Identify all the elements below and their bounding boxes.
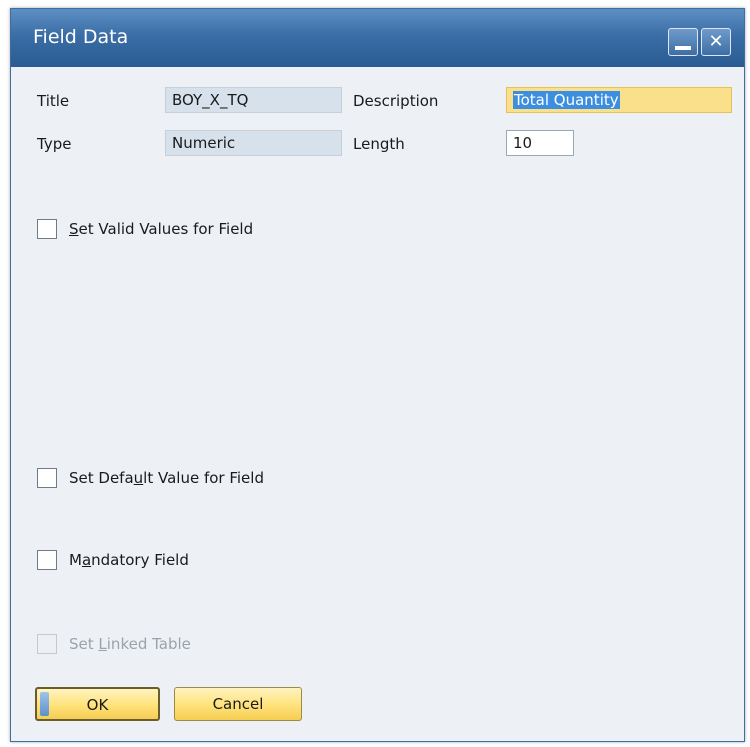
type-field-value: Numeric	[172, 134, 236, 152]
mandatory-checkbox[interactable]	[37, 550, 57, 570]
close-icon: ✕	[708, 31, 724, 52]
valid-values-label: Set Valid Values for Field	[69, 220, 254, 238]
field-data-dialog: Field Data ✕ Title BOY_X_TQ Description …	[10, 8, 745, 742]
type-field[interactable]: Numeric	[165, 130, 342, 156]
length-label: Length	[353, 135, 405, 153]
mandatory-option[interactable]: Mandatory Field	[37, 548, 189, 572]
type-label: Type	[37, 135, 72, 153]
description-field-value: Total Quantity	[513, 91, 620, 109]
ok-button-label: OK	[86, 696, 109, 714]
linked-table-label: Set Linked Table	[69, 635, 191, 653]
cancel-button-label: Cancel	[212, 695, 264, 713]
valid-values-checkbox[interactable]	[37, 219, 57, 239]
valid-values-option[interactable]: Set Valid Values for Field	[37, 217, 253, 241]
title-label: Title	[37, 92, 70, 110]
title-field-value: BOY_X_TQ	[172, 91, 249, 109]
description-label: Description	[353, 92, 439, 110]
default-value-checkbox[interactable]	[37, 468, 57, 488]
default-value-option[interactable]: Set Default Value for Field	[37, 466, 264, 490]
close-button[interactable]: ✕	[701, 28, 731, 56]
ok-button[interactable]: OK	[35, 687, 160, 721]
description-field[interactable]: Total Quantity	[506, 87, 732, 113]
default-value-label: Set Default Value for Field	[69, 469, 264, 487]
default-button-accent	[40, 692, 49, 716]
linked-table-checkbox	[37, 634, 57, 654]
cancel-button[interactable]: Cancel	[174, 687, 302, 721]
window-title: Field Data	[33, 26, 129, 48]
minimize-button[interactable]	[668, 28, 698, 56]
title-bar[interactable]: Field Data ✕	[11, 9, 744, 67]
length-field-value: 10	[513, 134, 533, 152]
length-field[interactable]: 10	[506, 130, 574, 156]
mandatory-label: Mandatory Field	[69, 551, 189, 569]
linked-table-option: Set Linked Table	[37, 632, 191, 656]
title-field[interactable]: BOY_X_TQ	[165, 87, 342, 113]
minimize-icon	[675, 46, 691, 50]
